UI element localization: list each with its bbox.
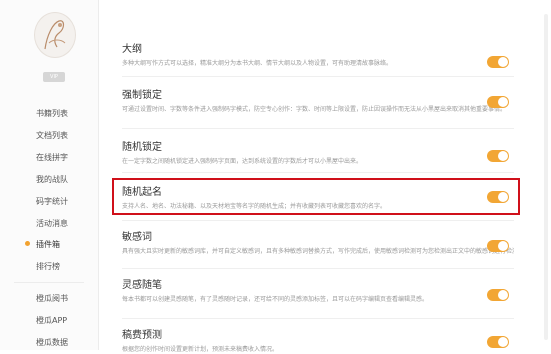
inspiration-notes-toggle[interactable] [487,289,509,301]
setting-description: 多种大纲写作方式可以选择，精准大纲分为本书大纲、情节大纲以及人物设置，可有助理清… [122,60,393,67]
sidebar-item-typing-stats[interactable]: 码字统计 [36,196,68,207]
sidebar-item-book-list[interactable]: 书籍列表 [36,108,68,119]
setting-sensitive-words: 敏感词 具有强大且实时更新的敏感词库，并可自定义敏感词，且有多种敏感词替换方式，… [122,228,514,256]
row-divider [122,76,514,77]
toggle-knob [498,290,508,300]
sidebar-divider [14,282,84,283]
sidebar-item-label: 插件箱 [36,240,60,249]
setting-description: 支持人名、地名、功法秘籍、以及天材地宝等名字的随机生成；并有收藏列表可收藏您喜欢… [122,203,387,210]
random-lock-toggle[interactable] [487,150,509,162]
setting-description: 具有强大且实时更新的敏感词库，并可自定义敏感词，且有多种敏感词替换方式，写作完成… [122,248,514,255]
sidebar-item-activity-messages[interactable]: 活动消息 [36,218,68,229]
setting-outline: 大纲 多种大纲写作方式可以选择，精准大纲分为本书大纲、情节大纲以及人物设置，可有… [122,40,514,68]
row-divider [122,172,514,173]
setting-description: 可通过设置时间、字数等条件进入强制码字模式，防空专心创作：字数、时间等上限设置，… [122,106,507,113]
setting-title: 灵感随笔 [122,280,162,291]
setting-random-lock: 随机锁定 在一定字数之间随机锁定进入强制码字页面，达到系统设置的字数后才可以小黑… [122,138,514,166]
setting-title: 稿费预测 [122,330,162,341]
toggle-knob [498,151,508,161]
setting-inspiration-notes: 灵感随笔 每本书都可以创建灵感随笔，有了灵感随时记录，还可给不同的灵感添加标签，… [122,276,514,304]
toggle-knob [498,57,508,67]
sidebar-item-plugin-box[interactable]: 插件箱 [25,239,60,250]
sidebar-item-chenggua-app[interactable]: 橙瓜APP [36,315,67,326]
royalty-forecast-toggle[interactable] [487,336,509,348]
setting-title: 随机起名 [122,187,162,198]
toggle-knob [498,241,508,251]
setting-title: 敏感词 [122,232,152,243]
plugin-settings-panel: 大纲 多种大纲写作方式可以选择，精准大纲分为本书大纲、情节大纲以及人物设置，可有… [98,0,551,353]
setting-random-naming: 随机起名 支持人名、地名、功法秘籍、以及天材地宝等名字的随机生成；并有收藏列表可… [122,183,514,211]
vip-badge: VIP [43,72,65,82]
forced-lock-toggle[interactable] [487,96,509,108]
scrollbar[interactable] [544,14,548,340]
toggle-knob [498,192,508,202]
setting-description: 在一定字数之间随机锁定进入强制码字页面，达到系统设置的字数后才可以小黑屋中出来。 [122,158,363,165]
avatar-sketch-icon [44,20,66,50]
row-divider [122,318,514,319]
outline-toggle[interactable] [487,56,509,68]
sidebar-item-chenggua-reader[interactable]: 橙瓜阅书 [36,293,68,304]
setting-title: 强制锁定 [122,90,162,101]
active-indicator-dot [25,241,30,246]
avatar[interactable] [34,12,76,58]
row-divider [122,220,514,221]
row-divider [122,268,514,269]
sidebar: VIP 书籍列表 文档列表 在线拼字 我的战队 码字统计 活动消息 插件箱 排行… [0,0,99,350]
sidebar-item-chenggua-data[interactable]: 橙瓜数据 [36,337,68,348]
setting-description: 每本书都可以创建灵感随笔，有了灵感随时记录，还可给不同的灵感添加标签，且可以在码… [122,296,429,303]
toggle-knob [498,337,508,347]
sidebar-item-ranking[interactable]: 排行榜 [36,261,60,272]
sidebar-item-online-typing[interactable]: 在线拼字 [36,152,68,163]
sensitive-words-toggle[interactable] [487,240,509,252]
random-naming-toggle[interactable] [487,191,509,203]
setting-title: 大纲 [122,44,142,55]
row-divider [122,128,514,129]
toggle-knob [498,97,508,107]
setting-title: 随机锁定 [122,142,162,153]
sidebar-item-document-list[interactable]: 文档列表 [36,130,68,141]
setting-forced-lock: 强制锁定 可通过设置时间、字数等条件进入强制码字模式，防空专心创作：字数、时间等… [122,86,514,114]
sidebar-item-my-team[interactable]: 我的战队 [36,174,68,185]
